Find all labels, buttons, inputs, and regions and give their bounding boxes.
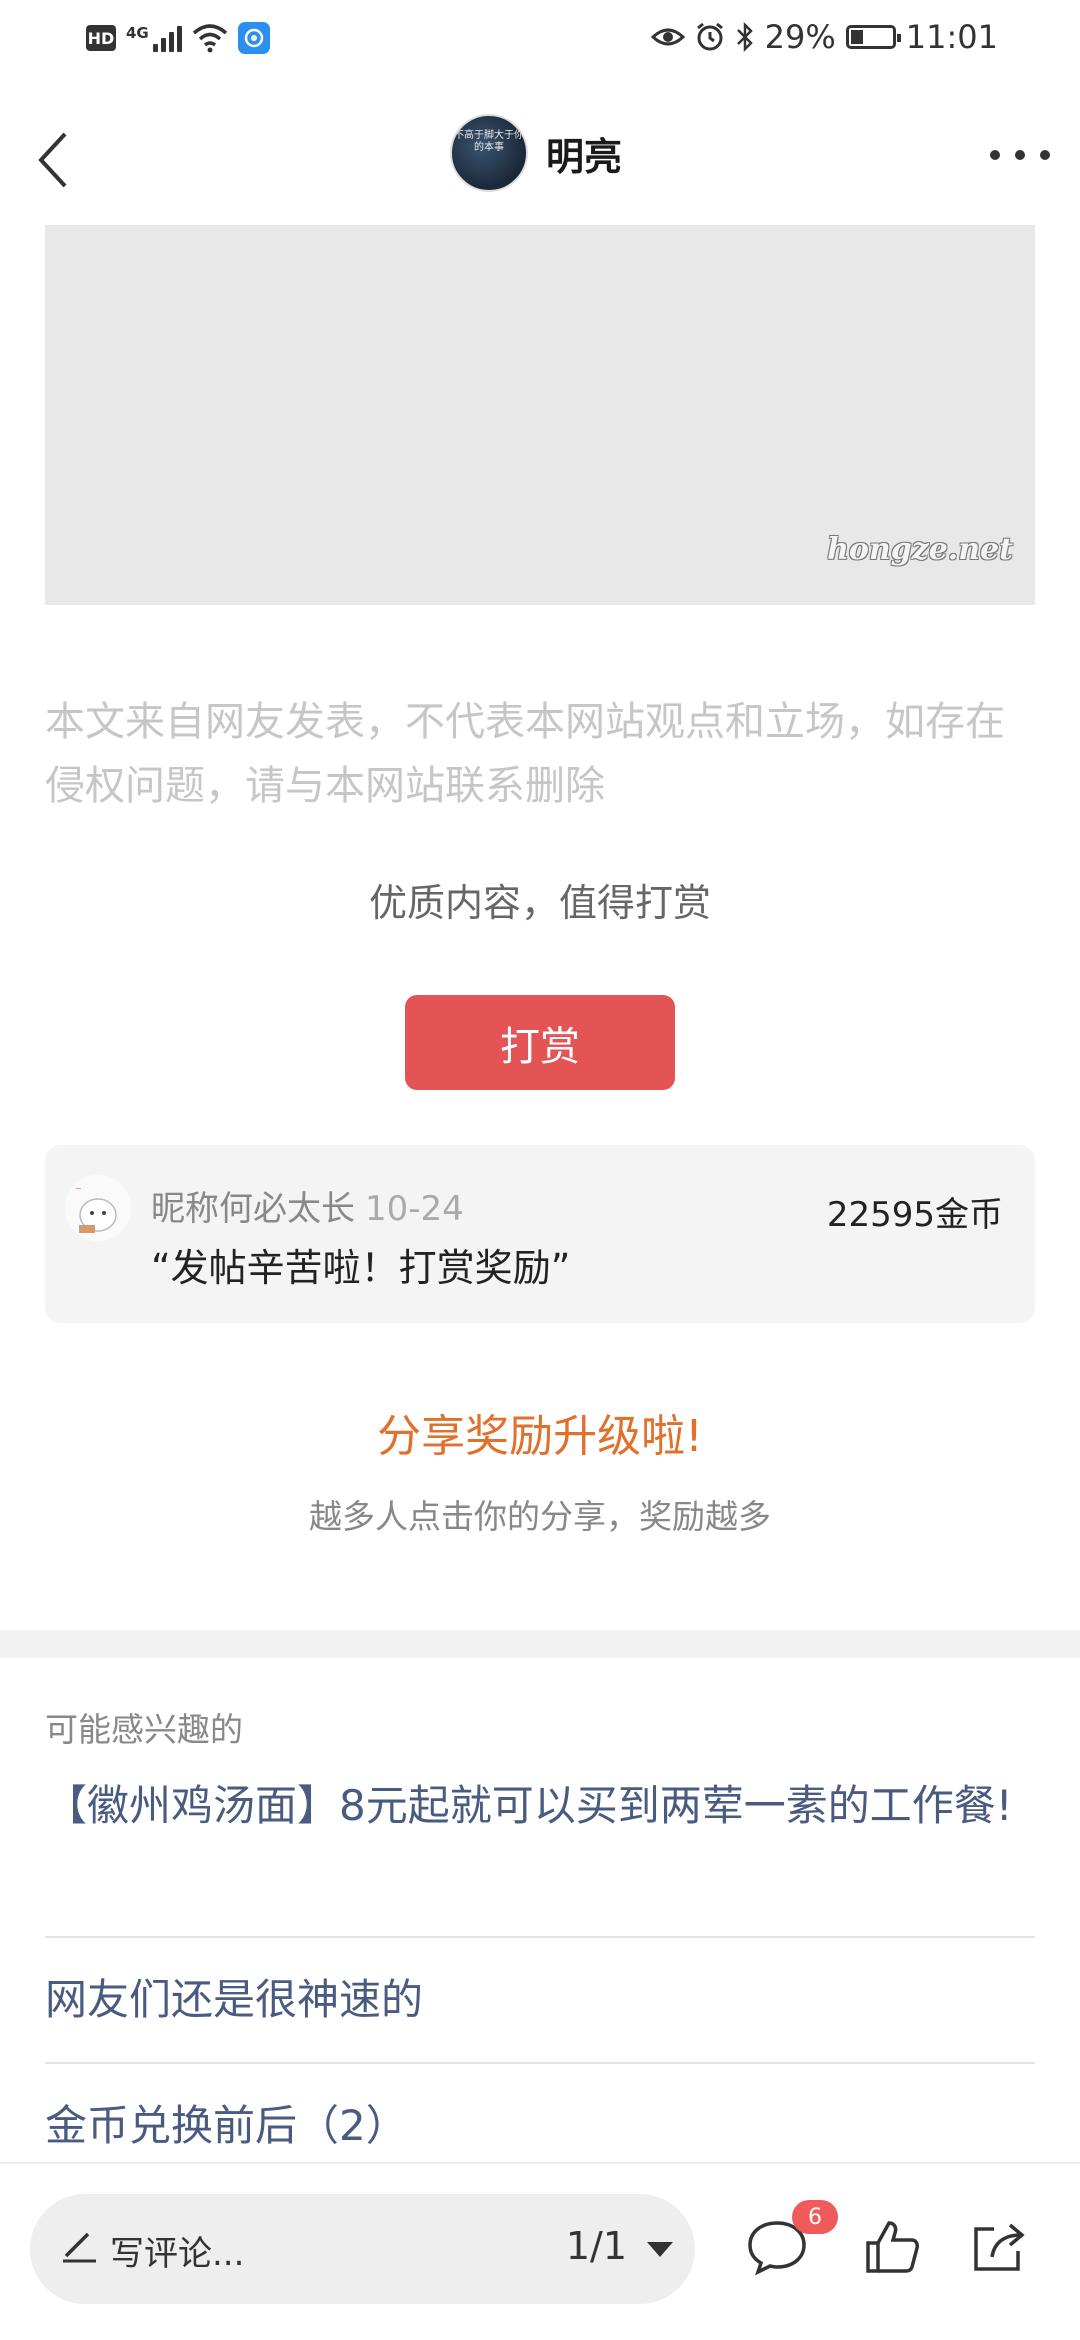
related-list: 【徽州鸡汤面】8元起就可以买到两荤一素的工作餐! 网友们还是很神速的 金币兑换前… (45, 1770, 1035, 2164)
bluetooth-icon (736, 22, 753, 52)
network-type: 4G (126, 24, 149, 42)
reward-date: 10-24 (365, 1189, 464, 1229)
related-header: 可能感兴趣的 (45, 1710, 243, 1749)
wifi-icon (192, 24, 227, 53)
rewarder-avatar[interactable]: ~ (65, 1175, 131, 1241)
author-avatar[interactable]: 不高于脚大于你的本事 (450, 114, 528, 192)
post-image: hongze.net (45, 225, 1035, 605)
battery-icon (845, 25, 901, 49)
nav-bar: 不高于脚大于你的本事 明亮 (0, 84, 1080, 224)
signal-icon (152, 24, 182, 52)
reward-amount: 22595金币 (826, 1195, 1003, 1235)
eye-icon (650, 28, 685, 46)
comment-count-badge: 6 (792, 2200, 838, 2234)
section-divider (0, 1630, 1080, 1658)
reward-prompt: 优质内容，值得打赏 (368, 881, 711, 925)
comment-placeholder: 写评论... (110, 2234, 245, 2274)
related-item[interactable]: 网友们还是很神速的 (45, 1938, 1035, 2064)
dropdown-caret-icon[interactable] (647, 2242, 673, 2257)
hd-indicator: HD (86, 25, 116, 51)
comment-input[interactable]: 写评论... 1/1 (30, 2194, 695, 2304)
like-button[interactable] (857, 2212, 927, 2282)
share-reward-title: 分享奖励升级啦! (377, 1411, 703, 1462)
reward-message: “发帖辛苦啦！打赏奖励” (151, 1246, 571, 1290)
related-item[interactable]: 【徽州鸡汤面】8元起就可以买到两荤一素的工作餐! (45, 1770, 1035, 1938)
app-notification-icon (237, 22, 270, 54)
reward-record-card: ~ 昵称何必太长 10-24 “发帖辛苦啦！打赏奖励” 22595金币 (45, 1145, 1035, 1323)
watermark: hongze.net (827, 532, 1013, 567)
back-button[interactable] (22, 120, 82, 200)
status-left: HD 4G (86, 22, 270, 54)
alarm-icon (696, 22, 723, 51)
author-info[interactable]: 不高于脚大于你的本事 明亮 (450, 114, 622, 192)
svg-text:~: ~ (75, 1184, 82, 1193)
disclaimer-text: 本文来自网友发表，不代表本网站观点和立场，如存在侵权问题，请与本网站联系删除 (45, 699, 1005, 809)
status-right: 29% 11:01 (650, 18, 998, 56)
back-icon (38, 132, 67, 188)
more-icon[interactable] (990, 140, 1050, 170)
rewarder-nickname[interactable]: 昵称何必太长 (151, 1189, 355, 1229)
author-name: 明亮 (546, 134, 623, 179)
clock: 11:01 (905, 18, 998, 56)
bottom-bar: 写评论... 1/1 6 (0, 2162, 1080, 2340)
share-button[interactable] (963, 2212, 1033, 2282)
battery-percent: 29% (764, 18, 836, 56)
share-reward-subtitle: 越多人点击你的分享，奖励越多 (309, 1497, 771, 1536)
pen-icon (63, 2232, 96, 2263)
thumbs-up-icon (866, 2221, 919, 2273)
reward-button[interactable]: 打赏 (405, 995, 675, 1090)
avatar-text: 不高于脚大于你的本事 (454, 130, 524, 153)
page-indicator[interactable]: 1/1 (566, 2224, 627, 2268)
share-icon (974, 2223, 1025, 2271)
related-item[interactable]: 金币兑换前后（2） (45, 2064, 1035, 2164)
status-bar: HD 4G 29% 11:01 (0, 0, 1080, 84)
rewarder-line: 昵称何必太长 10-24 (151, 1181, 464, 1230)
